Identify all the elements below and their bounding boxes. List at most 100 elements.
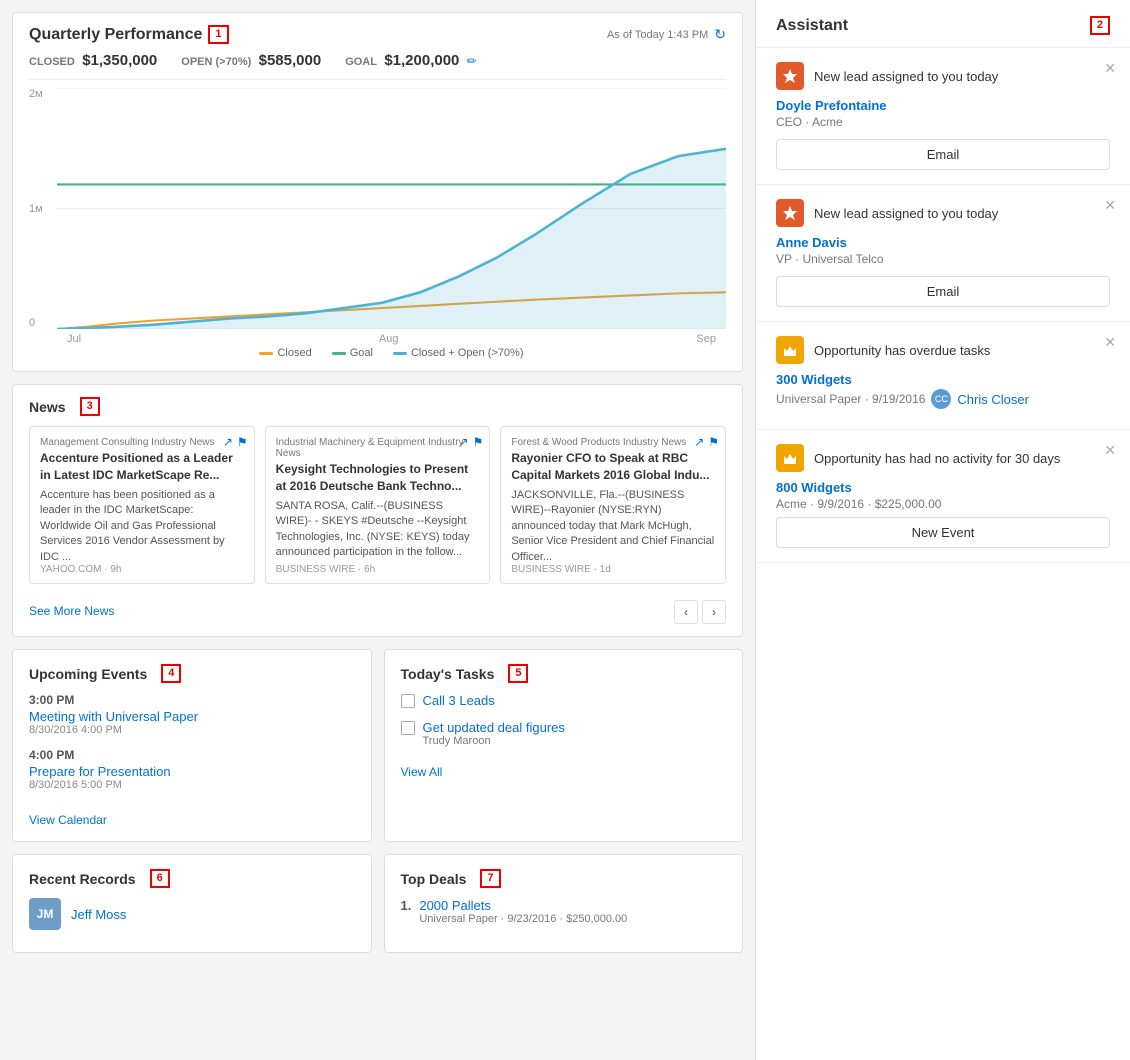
assistant-card-1-close[interactable]: ✕ xyxy=(1104,60,1116,77)
assistant-user-link-1[interactable]: Chris Closer xyxy=(957,392,1029,407)
assistant-crown-icon-2 xyxy=(776,444,804,472)
news-footer-1: YAHOO.COM · 9h xyxy=(40,564,122,575)
chart-legend: Closed Goal Closed + Open (>70%) xyxy=(57,347,726,359)
view-calendar-link[interactable]: View Calendar xyxy=(29,813,107,827)
deal-1: 1. 2000 Pallets Universal Paper · 9/23/2… xyxy=(401,898,727,925)
news-footer-3: BUSINESS WIRE · 1d xyxy=(511,564,610,575)
news-flag-icon-1[interactable]: ⚑ xyxy=(237,435,248,449)
event-1-link[interactable]: Meeting with Universal Paper xyxy=(29,709,198,724)
assistant-card-2-close[interactable]: ✕ xyxy=(1104,197,1116,214)
deal-1-meta: Universal Paper · 9/23/2016 · $250,000.0… xyxy=(419,913,627,925)
badge-7: 7 xyxy=(480,869,500,888)
recent-records-card: Recent Records 6 JM Jeff Moss xyxy=(12,854,372,953)
upcoming-events-card: Upcoming Events 4 3:00 PM Meeting with U… xyxy=(12,649,372,842)
assistant-opportunity-2[interactable]: 800 Widgets xyxy=(776,480,1110,495)
task-1-checkbox[interactable] xyxy=(401,694,415,708)
recent-name-1[interactable]: Jeff Moss xyxy=(71,907,126,922)
assistant-card-2-title: New lead assigned to you today xyxy=(814,206,998,221)
recent-initials-1: JM xyxy=(37,907,54,921)
task-2-assignee: Trudy Maroon xyxy=(423,735,565,747)
assistant-person-name-2[interactable]: Anne Davis xyxy=(776,235,1110,250)
news-card-2: Industrial Machinery & Equipment Industr… xyxy=(265,426,491,584)
news-footer-2: BUSINESS WIRE · 6h xyxy=(276,564,375,575)
goal-edit-icon[interactable]: ✏ xyxy=(467,54,477,68)
chart-x-labels: Jul Aug Sep xyxy=(57,333,726,345)
assistant-card-1: ✕ New lead assigned to you today Doyle P… xyxy=(756,48,1130,185)
news-headline-3: Rayonier CFO to Speak at RBC Capital Mar… xyxy=(511,450,715,484)
task-2-label[interactable]: Get updated deal figures xyxy=(423,720,565,735)
news-card-1-actions: ↗ ⚑ xyxy=(223,435,248,449)
task-2: Get updated deal figures Trudy Maroon xyxy=(401,720,727,747)
legend-closed: Closed xyxy=(259,347,311,359)
assistant-card-3-title: Opportunity has overdue tasks xyxy=(814,343,990,358)
assistant-card-3-close[interactable]: ✕ xyxy=(1104,334,1116,351)
assistant-card-2-header: New lead assigned to you today xyxy=(776,199,1110,227)
assistant-person-name-1[interactable]: Doyle Prefontaine xyxy=(776,98,1110,113)
chart-svg-container xyxy=(57,88,726,329)
open-value: $585,000 xyxy=(259,52,322,69)
legend-closed-open-label: Closed + Open (>70%) xyxy=(411,347,524,359)
news-card-2-actions: ↗ ⚑ xyxy=(459,435,484,449)
deal-1-link[interactable]: 2000 Pallets xyxy=(419,898,627,913)
event-2-link[interactable]: Prepare for Presentation xyxy=(29,764,171,779)
event-2-date: 8/30/2016 5:00 PM xyxy=(29,779,355,791)
news-flag-icon-2[interactable]: ⚑ xyxy=(473,435,484,449)
badge-4: 4 xyxy=(161,664,181,683)
news-body-3: JACKSONVILLE, Fla.--(BUSINESS WIRE)--Ray… xyxy=(511,488,715,565)
events-header: Upcoming Events 4 xyxy=(29,664,355,683)
event-1: 3:00 PM Meeting with Universal Paper 8/3… xyxy=(29,693,355,736)
assistant-crown-icon-1 xyxy=(776,336,804,364)
task-1-label[interactable]: Call 3 Leads xyxy=(423,693,495,708)
recent-avatar-1: JM xyxy=(29,898,61,930)
badge-5: 5 xyxy=(508,664,528,683)
tasks-title: Today's Tasks xyxy=(401,666,495,682)
deals-title: Top Deals xyxy=(401,871,467,887)
events-title: Upcoming Events xyxy=(29,666,147,682)
assistant-card-4-header: Opportunity has had no activity for 30 d… xyxy=(776,444,1110,472)
legend-closed-open: Closed + Open (>70%) xyxy=(393,347,524,359)
assistant-email-button-2[interactable]: Email xyxy=(776,276,1110,307)
perf-stats: CLOSED $1,350,000 OPEN (>70%) $585,000 G… xyxy=(29,52,726,69)
tasks-header: Today's Tasks 5 xyxy=(401,664,727,683)
legend-goal-label: Goal xyxy=(350,347,373,359)
top-deals-card: Top Deals 7 1. 2000 Pallets Universal Pa… xyxy=(384,854,744,953)
refresh-icon[interactable]: ↻ xyxy=(714,26,726,43)
recent-header: Recent Records 6 xyxy=(29,869,355,888)
assistant-header: Assistant 2 xyxy=(756,0,1130,48)
news-flag-icon-3[interactable]: ⚑ xyxy=(708,435,719,449)
assistant-card-4-close[interactable]: ✕ xyxy=(1104,442,1116,459)
view-all-tasks[interactable]: View All xyxy=(401,765,443,779)
task-2-checkbox[interactable] xyxy=(401,721,415,735)
assistant-card-4-title: Opportunity has had no activity for 30 d… xyxy=(814,451,1060,466)
news-source-2: Industrial Machinery & Equipment Industr… xyxy=(276,437,480,459)
assistant-opportunity-1-meta: Universal Paper · 9/19/2016 CC Chris Clo… xyxy=(776,389,1110,409)
assistant-title: Assistant xyxy=(776,17,848,35)
assistant-person-role-1: CEO · Acme xyxy=(776,115,1110,129)
news-body-2: SANTA ROSA, Calif.--(BUSINESS WIRE)- - S… xyxy=(276,499,480,561)
assistant-new-event-button[interactable]: New Event xyxy=(776,517,1110,548)
assistant-opportunity-1[interactable]: 300 Widgets xyxy=(776,372,1110,387)
badge-1: 1 xyxy=(208,25,228,44)
event-1-time: 3:00 PM xyxy=(29,693,355,707)
news-share-icon-3[interactable]: ↗ xyxy=(694,435,704,449)
task-1: Call 3 Leads xyxy=(401,693,727,708)
recent-title: Recent Records xyxy=(29,871,136,887)
goal-label: GOAL xyxy=(345,56,377,68)
event-2: 4:00 PM Prepare for Presentation 8/30/20… xyxy=(29,748,355,791)
todays-tasks-card: Today's Tasks 5 Call 3 Leads Get updated… xyxy=(384,649,744,842)
see-more-news[interactable]: See More News xyxy=(29,604,114,618)
closed-value: $1,350,000 xyxy=(82,52,157,69)
news-share-icon-2[interactable]: ↗ xyxy=(459,435,469,449)
news-share-icon-1[interactable]: ↗ xyxy=(223,435,233,449)
assistant-opportunity-2-meta: Acme · 9/9/2016 · $225,000.00 xyxy=(776,497,1110,511)
assistant-star-icon-1 xyxy=(776,62,804,90)
legend-goal: Goal xyxy=(332,347,373,359)
news-cards-container: Management Consulting Industry News ↗ ⚑ … xyxy=(29,426,726,584)
news-body-1: Accenture has been positioned as a leade… xyxy=(40,488,244,565)
news-next-button[interactable]: › xyxy=(702,600,726,624)
assistant-email-button-1[interactable]: Email xyxy=(776,139,1110,170)
performance-chart: 2м 1м 0 xyxy=(29,79,726,359)
news-prev-button[interactable]: ‹ xyxy=(674,600,698,624)
news-source-3: Forest & Wood Products Industry News xyxy=(511,437,715,448)
legend-closed-dot xyxy=(259,352,273,355)
